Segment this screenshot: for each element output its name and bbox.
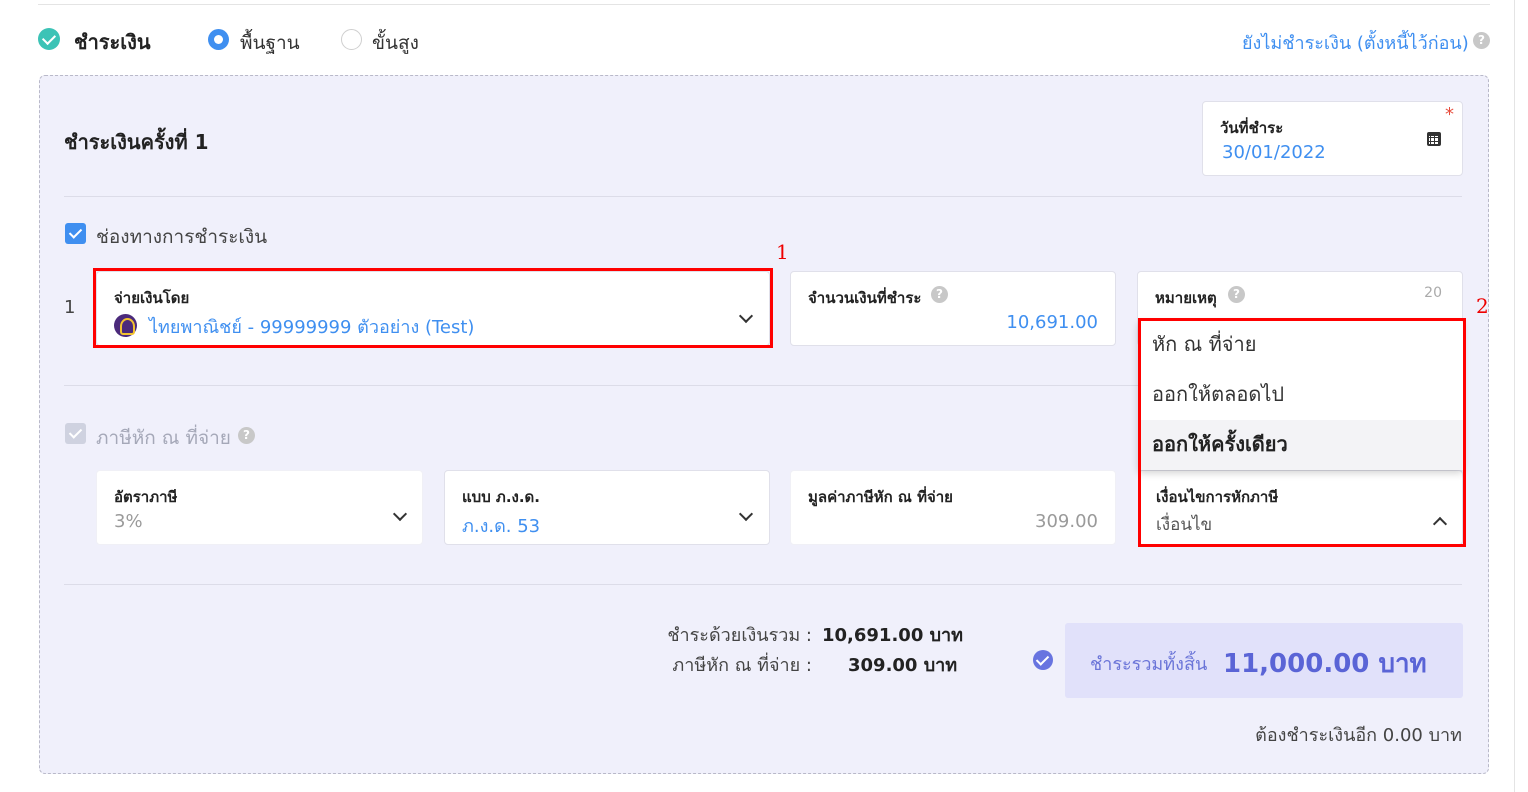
mode-advanced-radio[interactable] [341, 29, 362, 50]
chevron-down-icon[interactable] [392, 506, 408, 522]
section-title: ชำระเงิน [74, 30, 151, 54]
mode-basic-radio[interactable] [208, 29, 229, 50]
pnd-form-value: ภ.ง.ด. 53 [462, 516, 541, 537]
note-help-icon[interactable]: ? [1228, 286, 1245, 303]
payment-date-field[interactable]: วันที่ชำระ 30/01/2022 * [1202, 101, 1463, 176]
note-label: หมายเหตุ [1155, 289, 1217, 307]
divider [64, 584, 1462, 585]
grand-total-label: ชำระรวมทั้งสิ้น [1090, 654, 1208, 675]
note-char-counter: 20 [1424, 285, 1442, 301]
payment-channel-label: ช่องทางการชำระเงิน [96, 226, 268, 248]
pnd-form-label: แบบ ภ.ง.ด. [462, 488, 540, 506]
cash-total-value: 10,691.00 บาท [822, 625, 964, 646]
mode-advanced-label[interactable]: ขั้นสูง [372, 28, 419, 58]
mode-basic-label[interactable]: พื้นฐาน [240, 28, 300, 58]
tax-amount-label: มูลค่าภาษีหัก ณ ที่จ่าย [808, 488, 953, 506]
annotation-box-1 [93, 268, 773, 348]
withholding-checkbox[interactable] [65, 423, 86, 444]
tax-rate-value: 3% [114, 511, 143, 532]
amount-field[interactable]: จำนวนเงินที่ชำระ ? 10,691.00 [790, 271, 1116, 346]
top-divider [38, 4, 1490, 5]
payment-title: ชำระเงินครั้งที่ 1 [64, 130, 209, 154]
amount-label: จำนวนเงินที่ชำระ [808, 289, 922, 307]
payment-row-number: 1 [64, 297, 76, 318]
defer-payment-link[interactable]: ยังไม่ชำระเงิน (ตั้งหนี้ไว้ก่อน) [1242, 28, 1469, 57]
wht-total-label: ภาษีหัก ณ ที่จ่าย : [672, 655, 812, 676]
amount-help-icon[interactable]: ? [931, 286, 948, 303]
cash-total-label: ชำระด้วยเงินรวม : [667, 625, 812, 646]
payment-date-label: วันที่ชำระ [1220, 119, 1284, 137]
tax-rate-select[interactable]: อัตราภาษี 3% [96, 470, 423, 545]
required-mark: * [1445, 104, 1454, 125]
withholding-label: ภาษีหัก ณ ที่จ่าย [96, 427, 231, 449]
pnd-form-select[interactable]: แบบ ภ.ง.ด. ภ.ง.ด. 53 [444, 470, 770, 545]
total-check-icon [1033, 650, 1053, 670]
payment-date-value[interactable]: 30/01/2022 [1222, 142, 1326, 163]
defer-help-icon[interactable]: ? [1473, 32, 1490, 49]
remaining-balance: ต้องชำระเงินอีก 0.00 บาท [1255, 725, 1462, 746]
divider [64, 196, 1462, 197]
tax-amount-field: มูลค่าภาษีหัก ณ ที่จ่าย 309.00 [790, 470, 1116, 545]
tax-rate-label: อัตราภาษี [114, 488, 178, 506]
tax-amount-value: 309.00 [1035, 511, 1098, 532]
calendar-icon[interactable] [1427, 132, 1441, 146]
right-divider [1514, 0, 1515, 792]
annotation-marker-2: 2 [1476, 294, 1489, 318]
annotation-box-2 [1138, 318, 1466, 547]
grand-total-value: 11,000.00 บาท [1223, 649, 1427, 679]
section-complete-check-icon [38, 28, 60, 50]
payment-channel-checkbox[interactable] [65, 223, 86, 244]
amount-value[interactable]: 10,691.00 [1006, 312, 1098, 333]
chevron-down-icon[interactable] [738, 506, 754, 522]
withholding-help-icon[interactable]: ? [238, 427, 255, 444]
grand-total-box: ชำระรวมทั้งสิ้น 11,000.00 บาท [1065, 623, 1463, 698]
annotation-marker-1: 1 [776, 240, 789, 264]
wht-total-value: 309.00 บาท [848, 655, 958, 676]
